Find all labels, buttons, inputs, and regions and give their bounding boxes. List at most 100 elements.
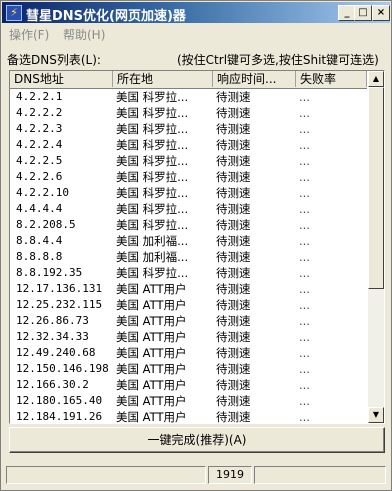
column-location[interactable]: 所在地: [113, 71, 213, 87]
location-cell: 美国 科罗拉...: [116, 266, 189, 280]
response-time-cell: 待测速: [216, 330, 251, 344]
table-row[interactable]: 4.2.2.6 美国 科罗拉... 待测速...: [10, 169, 367, 185]
table-row[interactable]: 12.180.165.40 美国 ATT用户 待测速...: [10, 393, 367, 409]
table-row[interactable]: 12.166.30.2 美国 ATT用户 待测速...: [10, 377, 367, 393]
location-cell: 美国 科罗拉...: [116, 218, 189, 232]
location-cell: 美国 ATT用户: [116, 362, 187, 376]
fail-rate-cell: ...: [299, 282, 310, 296]
dns-address-cell: 12.49.240.68: [16, 346, 96, 359]
location-cell: 美国 ATT用户: [116, 394, 187, 408]
table-row[interactable]: 4.2.2.10 美国 科罗拉... 待测速...: [10, 185, 367, 201]
location-cell: 美国 科罗拉...: [116, 90, 189, 104]
location-cell: 美国 科罗拉...: [116, 106, 189, 120]
vertical-scrollbar[interactable]: ▲ ▼: [368, 71, 384, 423]
menu-operate[interactable]: 操作(F): [9, 26, 49, 43]
menu-help[interactable]: 帮助(H): [63, 26, 105, 43]
response-time-cell: 待测速: [216, 298, 251, 312]
dns-address-cell: 4.2.2.3: [16, 122, 63, 135]
scroll-down-icon[interactable]: ▼: [368, 407, 384, 423]
fail-rate-cell: ...: [299, 250, 310, 264]
table-row[interactable]: 12.32.34.33 美国 ATT用户 待测速...: [10, 329, 367, 345]
location-cell: 美国 ATT用户: [116, 346, 187, 360]
location-cell: 美国 ATT用户: [116, 314, 187, 328]
location-cell: 美国 科罗拉...: [116, 154, 189, 168]
dns-address-cell: 12.32.34.33: [16, 330, 89, 343]
dns-address-cell: 8.8.4.4: [16, 234, 63, 247]
table-row[interactable]: 4.4.4.4 美国 科罗拉... 待测速...: [10, 201, 367, 217]
location-cell: 美国 ATT用户: [116, 378, 187, 392]
scroll-thumb[interactable]: [368, 87, 384, 289]
response-time-cell: 待测速: [216, 266, 251, 280]
location-cell: 美国 科罗拉...: [116, 138, 189, 152]
table-row[interactable]: 4.2.2.1 美国 科罗拉... 待测速...: [10, 89, 367, 105]
status-count: 1919: [208, 466, 252, 484]
window-title: 彗星DNS优化(网页加速)器: [26, 9, 186, 24]
dns-address-cell: 4.2.2.1: [16, 90, 63, 103]
close-button[interactable]: ×: [372, 5, 390, 21]
table-row[interactable]: 4.2.2.2 美国 科罗拉... 待测速...: [10, 105, 367, 121]
location-cell: 美国 ATT用户: [116, 298, 187, 312]
fail-rate-cell: ...: [299, 378, 310, 392]
location-cell: 美国 加利福...: [116, 250, 189, 264]
response-time-cell: 待测速: [216, 314, 251, 328]
scroll-up-icon[interactable]: ▲: [368, 71, 384, 87]
table-row[interactable]: 12.150.146.198 美国 ATT用户 待测速...: [10, 361, 367, 377]
response-time-cell: 待测速: [216, 250, 251, 264]
dns-rows: 4.2.2.1 美国 科罗拉... 待测速... 4.2.2.2 美国 科罗拉... 待测…: [10, 89, 367, 424]
fail-rate-cell: ...: [299, 266, 310, 280]
dns-list[interactable]: DNS地址 所在地 响应时间... 失败率 4.2.2.1 美国 科罗拉... 待测…: [9, 70, 385, 424]
column-response-time[interactable]: 响应时间...: [213, 71, 296, 87]
lightning-icon: ⚡: [6, 5, 22, 21]
status-pane-left: [6, 466, 206, 484]
table-row[interactable]: 12.17.136.131 美国 ATT用户 待测速...: [10, 281, 367, 297]
table-row[interactable]: 12.25.232.115 美国 ATT用户 待测速...: [10, 297, 367, 313]
table-row[interactable]: 8.2.208.5 美国 科罗拉... 待测速...: [10, 217, 367, 233]
column-fail-rate[interactable]: 失败率: [296, 71, 367, 87]
fail-rate-cell: ...: [299, 298, 310, 312]
table-row[interactable]: 4.2.2.4 美国 科罗拉... 待测速...: [10, 137, 367, 153]
table-row[interactable]: 8.8.4.4 美国 加利福... 待测速...: [10, 233, 367, 249]
fail-rate-cell: ...: [299, 218, 310, 232]
fail-rate-cell: ...: [299, 170, 310, 184]
selection-hint: (按住Ctrl键可多选,按住Shit键可连选): [177, 53, 379, 67]
maximize-button[interactable]: □: [354, 5, 372, 21]
one-click-finish-button[interactable]: 一键完成(推荐)(A): [9, 427, 385, 453]
table-row[interactable]: 8.8.192.35 美国 科罗拉... 待测速...: [10, 265, 367, 281]
response-time-cell: 待测速: [216, 170, 251, 184]
table-row[interactable]: 12.184.191.26 美国 ATT用户 待测速...: [10, 409, 367, 424]
response-time-cell: 待测速: [216, 186, 251, 200]
table-row[interactable]: 4.2.2.3 美国 科罗拉... 待测速...: [10, 121, 367, 137]
location-cell: 美国 科罗拉...: [116, 186, 189, 200]
table-row[interactable]: 4.2.2.5 美国 科罗拉... 待测速...: [10, 153, 367, 169]
dns-address-cell: 8.8.192.35: [16, 266, 83, 279]
response-time-cell: 待测速: [216, 202, 251, 216]
location-cell: 美国 科罗拉...: [116, 170, 189, 184]
dns-address-cell: 8.8.8.8: [16, 250, 63, 263]
dns-address-cell: 4.2.2.10: [16, 186, 69, 199]
table-row[interactable]: 8.8.8.8 美国 加利福... 待测速...: [10, 249, 367, 265]
status-bar: 1919: [2, 464, 390, 486]
location-cell: 美国 加利福...: [116, 234, 189, 248]
table-row[interactable]: 12.26.86.73 美国 ATT用户 待测速...: [10, 313, 367, 329]
table-row[interactable]: 12.49.240.68 美国 ATT用户 待测速...: [10, 345, 367, 361]
fail-rate-cell: ...: [299, 122, 310, 136]
response-time-cell: 待测速: [216, 218, 251, 232]
dns-address-cell: 4.2.2.4: [16, 138, 63, 151]
dns-list-label: 备选DNS列表(L):: [7, 53, 101, 67]
fail-rate-cell: ...: [299, 186, 310, 200]
column-dns-address[interactable]: DNS地址: [10, 71, 113, 87]
fail-rate-cell: ...: [299, 410, 310, 424]
response-time-cell: 待测速: [216, 138, 251, 152]
fail-rate-cell: ...: [299, 106, 310, 120]
fail-rate-cell: ...: [299, 202, 310, 216]
title-bar[interactable]: ⚡ 彗星DNS优化(网页加速)器 _ □ ×: [2, 2, 390, 24]
response-time-cell: 待测速: [216, 122, 251, 136]
dns-address-cell: 12.17.136.131: [16, 282, 103, 295]
response-time-cell: 待测速: [216, 106, 251, 120]
response-time-cell: 待测速: [216, 362, 251, 376]
response-time-cell: 待测速: [216, 394, 251, 408]
dns-address-cell: 4.2.2.5: [16, 154, 63, 167]
fail-rate-cell: ...: [299, 154, 310, 168]
dns-address-cell: 12.26.86.73: [16, 314, 89, 327]
fail-rate-cell: ...: [299, 314, 310, 328]
